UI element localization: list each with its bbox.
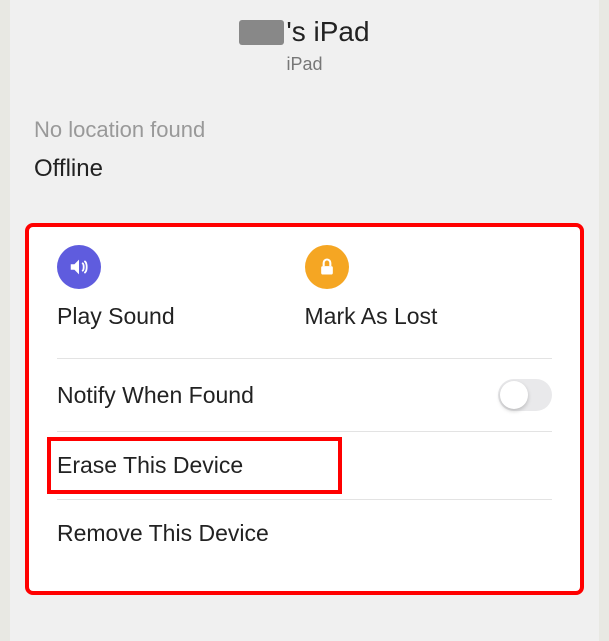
- lock-icon: [305, 245, 349, 289]
- erase-label: Erase This Device: [57, 452, 243, 479]
- mark-as-lost-label: Mark As Lost: [305, 303, 438, 330]
- actions-list: Notify When Found Erase This Device Remo…: [29, 358, 580, 567]
- erase-this-device-row[interactable]: Erase This Device: [57, 432, 552, 499]
- device-header: 's iPad iPad: [10, 8, 599, 87]
- device-title-row: 's iPad: [10, 16, 599, 48]
- notify-when-found-row[interactable]: Notify When Found: [57, 359, 552, 431]
- redacted-owner-name: [239, 20, 284, 45]
- mark-as-lost-button[interactable]: Mark As Lost: [305, 245, 553, 330]
- device-actions-card: Play Sound Mark As Lost Notify When Foun…: [25, 223, 584, 595]
- location-status-value: Offline: [34, 155, 575, 183]
- remove-label: Remove This Device: [57, 520, 269, 547]
- play-sound-button[interactable]: Play Sound: [57, 245, 305, 330]
- speaker-icon: [57, 245, 101, 289]
- location-status-section: No location found Offline: [10, 87, 599, 203]
- device-detail-screen: 's iPad iPad No location found Offline P…: [10, 0, 599, 641]
- device-type-label: iPad: [10, 54, 599, 75]
- notify-label: Notify When Found: [57, 382, 254, 409]
- play-sound-label: Play Sound: [57, 303, 175, 330]
- location-status-label: No location found: [34, 117, 575, 143]
- notify-toggle[interactable]: [498, 379, 552, 411]
- device-title-suffix: 's iPad: [286, 16, 369, 48]
- toggle-knob: [500, 381, 528, 409]
- top-actions-row: Play Sound Mark As Lost: [29, 245, 580, 330]
- remove-this-device-row[interactable]: Remove This Device: [57, 500, 552, 567]
